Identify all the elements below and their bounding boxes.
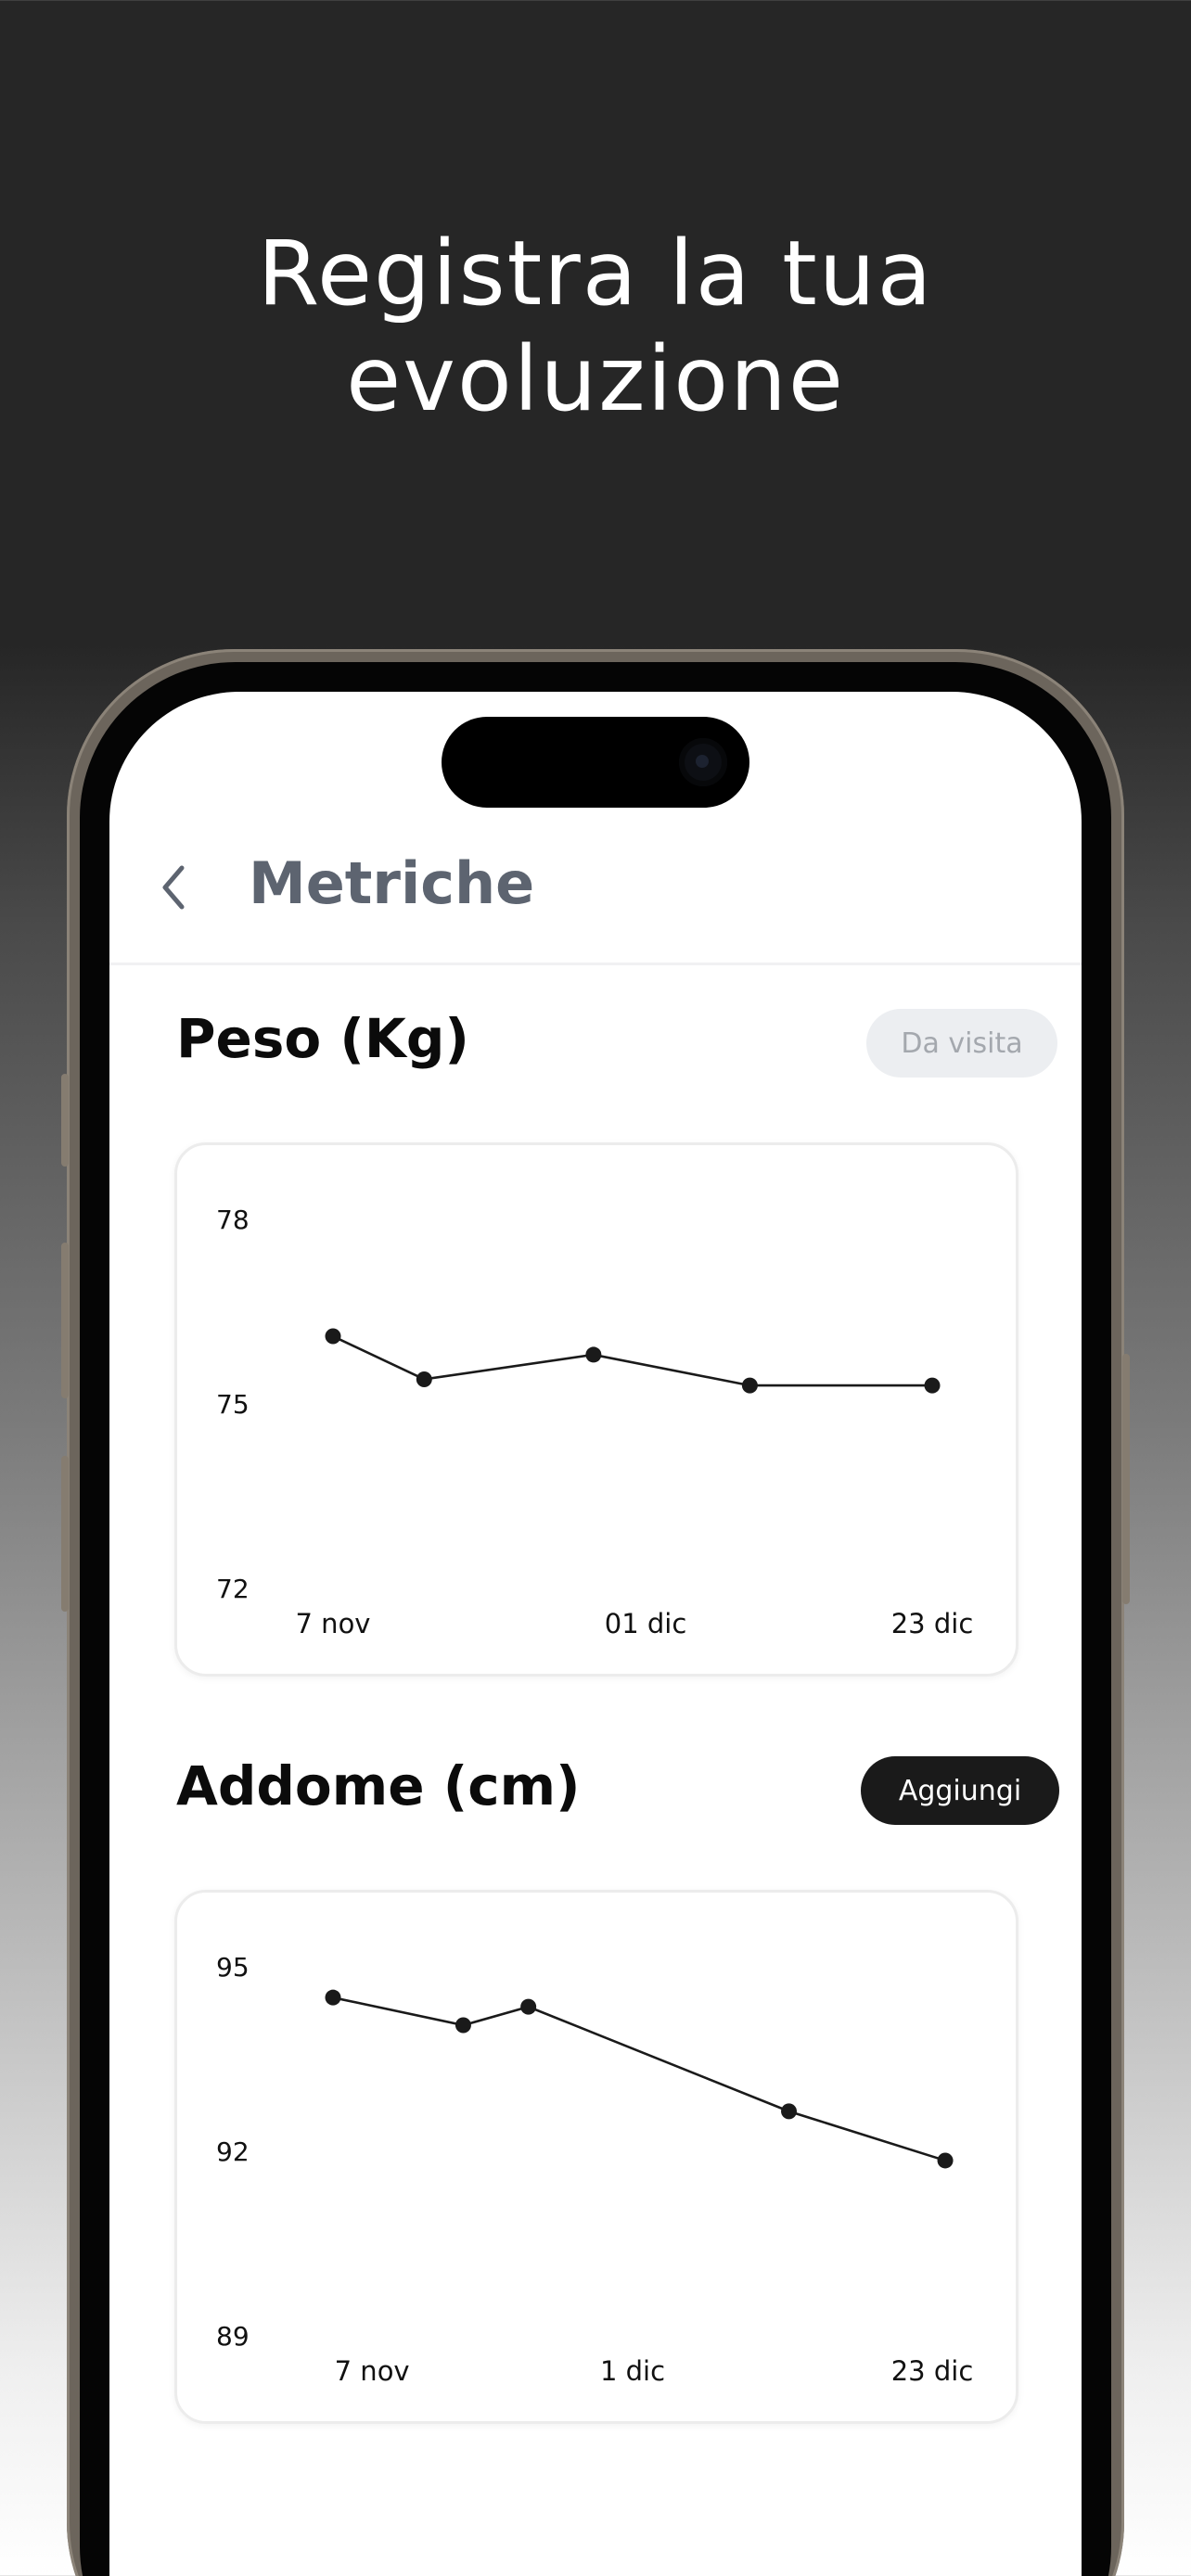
chevron-left-icon [162,865,185,910]
y-tick-label: 75 [216,1389,250,1420]
y-tick-label: 72 [216,1574,250,1604]
data-point[interactable] [781,2103,798,2120]
x-tick-label: 01 dic [605,1608,687,1639]
volume-up-button [61,1243,69,1398]
y-tick-label: 92 [216,2136,250,2167]
hero-title: Registra la tua evoluzione [0,221,1191,432]
power-button [1122,1354,1130,1604]
series-line [332,1996,946,2162]
x-tick-label: 23 dic [891,1608,974,1639]
x-tick-label: 1 dic [600,2355,665,2387]
app-screen: Metriche Peso (Kg) Da visita 78 75 72 7 nov… [109,692,1082,2576]
x-tick-label: 23 dic [891,2355,974,2387]
volume-down-button [61,1456,69,1612]
data-point[interactable] [585,1346,602,1363]
aggiungi-button[interactable]: Aggiungi [861,1756,1059,1825]
data-point[interactable] [455,2017,471,2034]
hero-title-line-2: evoluzione [346,327,845,431]
hero-title-line-1: Registra la tua [257,222,934,325]
data-point[interactable] [520,1998,537,2015]
nav-divider [109,963,1082,965]
data-point[interactable] [924,1377,941,1394]
page-title: Metriche [249,849,535,917]
abdomen-chart: 95 92 89 7 nov 1 dic 23 dic [216,1952,974,2387]
section-title-addome: Addome (cm) [176,1754,581,1817]
weight-chart: 78 75 72 7 nov 01 dic 23 dic [216,1205,974,1639]
action-button [61,1074,69,1167]
data-point[interactable] [416,1371,432,1387]
y-tick-label: 95 [216,1952,250,1983]
data-point[interactable] [325,1989,341,2006]
y-tick-label: 78 [216,1205,250,1235]
chart-card-peso: 78 75 72 7 nov 01 dic 23 dic [174,1142,1018,1677]
front-camera [679,738,727,786]
y-tick-label: 89 [216,2321,250,2352]
data-point[interactable] [325,1328,341,1345]
data-point[interactable] [741,1377,758,1394]
x-tick-label: 7 nov [335,2355,410,2387]
chart-card-addome: 95 92 89 7 nov 1 dic 23 dic [174,1890,1018,2424]
da-visita-button[interactable]: Da visita [866,1009,1057,1078]
back-button[interactable] [150,864,197,911]
section-title-peso: Peso (Kg) [176,1007,469,1070]
x-tick-label: 7 nov [296,1608,371,1639]
data-point[interactable] [937,2152,954,2169]
